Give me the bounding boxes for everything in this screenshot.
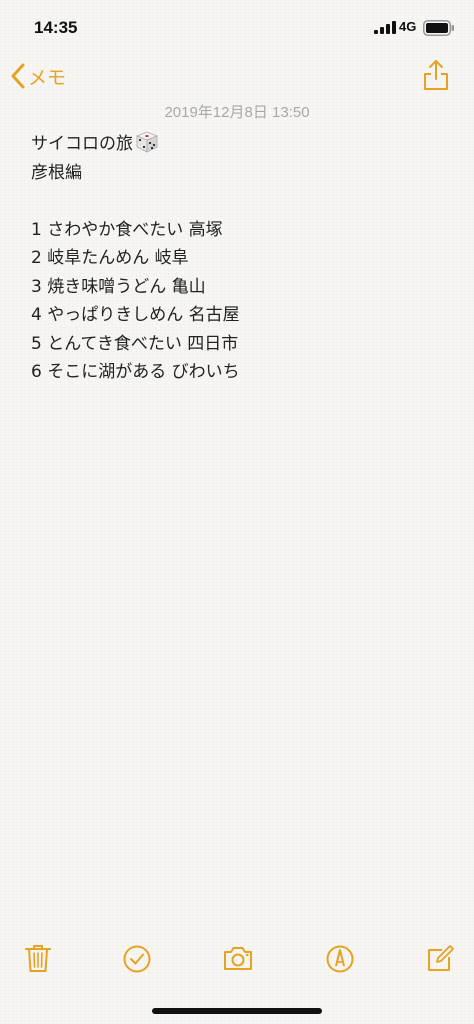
home-indicator[interactable] [152,1008,322,1014]
note-line: 1 さわやか食べたい 高塚 [31,219,223,240]
status-time: 14:35 [34,18,78,37]
back-label: メモ [28,66,67,89]
note-line: 彦根編 [31,162,82,183]
note-line: 4 やっぱりきしめん 名古屋 [31,305,240,325]
note-line [31,187,451,216]
compose-icon[interactable] [424,942,456,974]
note-line: 6 そこに湖がある びわいち [31,362,240,382]
markup-icon[interactable] [324,942,356,974]
note-title: サイコロの旅 [31,134,133,154]
note-line: 3 焼き味噌うどん 亀山 [31,276,206,297]
network-type: 4G [399,19,417,34]
signal-icon [374,21,396,34]
status-bar: 14:35 4G [0,0,474,52]
note-title-line: サイコロの旅 [31,130,451,159]
navigation-bar: メモ [0,54,474,98]
bottom-toolbar [0,940,474,984]
note-body[interactable]: サイコロの旅 彦根編 1 さわやか食べたい 高塚 2 岐阜たんめん 岐阜 3 焼… [31,130,451,387]
back-button[interactable]: メモ [10,62,66,90]
note-line: 5 とんてき食べたい 四日市 [31,333,239,354]
camera-icon[interactable] [222,942,254,974]
battery-icon [423,20,454,36]
note-timestamp: 2019年12月8日 13:50 [164,104,310,121]
checklist-icon[interactable] [121,942,153,974]
dice-icon [135,131,159,153]
note-line: 2 岐阜たんめん 岐阜 [31,248,189,268]
chevron-left-icon [11,63,25,89]
share-icon[interactable] [422,59,450,91]
notes-screen: 14:35 4G メモ 2019年12月8日 13:50 サイコロの旅 彦根編 … [0,0,474,1024]
trash-icon[interactable] [22,942,54,974]
